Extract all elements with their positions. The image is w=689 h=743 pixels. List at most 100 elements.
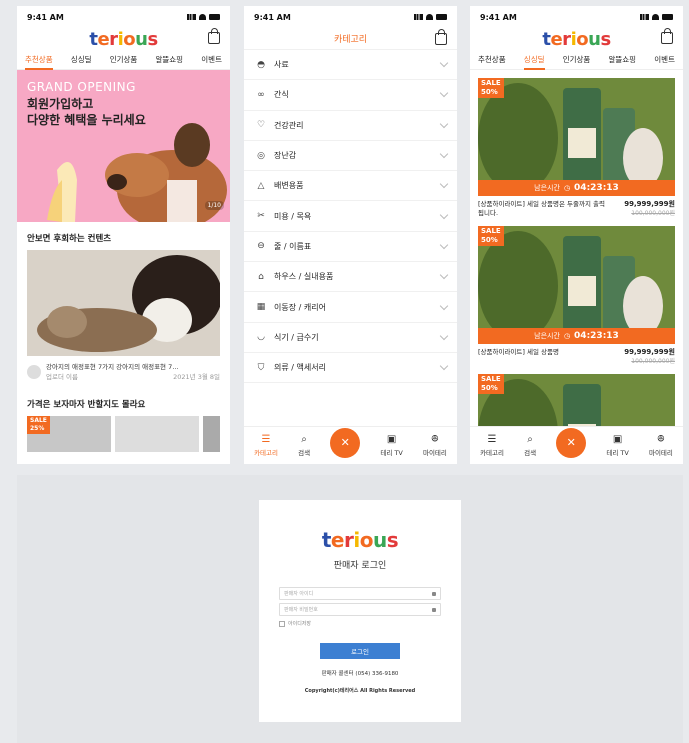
tab-deal[interactable]: 싱싱딜 — [523, 50, 545, 70]
original-price: 100,000,000원 — [631, 358, 675, 365]
content-caption[interactable]: 강아지의 애정표현 7가지 강아지의 애정표현 7… 업로더 이름 2021년 3… — [17, 356, 230, 388]
logo-letter: u — [372, 528, 387, 552]
tab-popular[interactable]: 인기상품 — [563, 50, 591, 69]
category-label: 이동장 / 캐리어 — [274, 302, 326, 312]
wifi-icon — [652, 14, 659, 20]
category-item[interactable]: ◓ 사료 — [244, 50, 457, 81]
signal-icon — [187, 14, 196, 20]
shopping-bag-icon[interactable] — [435, 29, 447, 45]
promo-banner[interactable]: GRAND OPENING 회원가입하고 다양한 혜택을 누리세요 1/10 — [17, 70, 230, 222]
product-card[interactable] — [115, 416, 200, 452]
deal-product[interactable]: SALE 50% 남은시간 ◷ 04:23:13 [상품하이라이트] 세일 상품명 9… — [470, 226, 683, 374]
logo-letter: s — [600, 28, 611, 50]
category-header: 카테고리 — [244, 28, 457, 50]
nav-item[interactable]: ▣ 테리 TV — [606, 434, 628, 457]
heart-icon: ♡ — [256, 120, 266, 131]
tab-event[interactable]: 이벤트 — [201, 50, 222, 69]
product-name: [상품하이라이트] 세일 상품명 — [478, 348, 559, 356]
chevron-down-icon — [439, 361, 449, 371]
tab-recommended[interactable]: 추천상품 — [25, 50, 53, 70]
content-image[interactable] — [27, 250, 220, 356]
login-title: 판매자 로그인 — [333, 561, 387, 571]
deal-product[interactable]: SALE 50% 남은시간 ◷ 04:23:13 [상품하이라이트] 세일 상품명은… — [470, 78, 683, 226]
battery-icon — [436, 14, 447, 20]
logo-letter: u — [135, 28, 148, 50]
nav-item[interactable]: ꔮ 마이테리 — [649, 434, 673, 457]
deal-screen: 9:41 AM terious 추천상품 싱싱딜 인기상품 알뜰쇼핑 이벤트 S… — [470, 6, 683, 464]
category-item[interactable]: ⊖ 줄 / 이름표 — [244, 232, 457, 263]
search-icon: ⌕ — [301, 434, 307, 445]
home-tabs: 추천상품 싱싱딜 인기상품 알뜰쇼핑 이벤트 — [17, 50, 230, 70]
sale-badge: SALE 50% — [478, 78, 504, 98]
shopping-bag-icon[interactable] — [661, 28, 673, 44]
section-title-contents: 안보면 후회하는 컨텐츠 — [27, 234, 112, 244]
timer-label: 남은시간 — [534, 332, 560, 340]
nav-item[interactable]: ▣ 테리 TV — [380, 434, 402, 457]
app-logo[interactable]: terious — [89, 28, 158, 50]
category-item[interactable]: ▦ 이동장 / 캐리어 — [244, 292, 457, 323]
banner-headline: 회원가입하고 다양한 혜택을 누리세요 — [27, 97, 146, 127]
nav-label: 테리 TV — [380, 449, 403, 457]
tab-recommended[interactable]: 추천상품 — [478, 50, 506, 69]
clock-icon: ◷ — [563, 184, 571, 192]
signal-icon — [414, 14, 423, 20]
logo-letter: o — [576, 28, 589, 50]
tab-bargain[interactable]: 알뜰쇼핑 — [608, 50, 636, 69]
battery-icon — [209, 14, 220, 20]
chevron-down-icon — [439, 270, 449, 280]
timer-value: 04:23:13 — [574, 331, 619, 341]
seller-password-input[interactable]: 판매자 비밀번호 — [279, 603, 441, 616]
original-price: 100,000,000원 — [631, 210, 675, 217]
chevron-down-icon — [439, 58, 449, 68]
food-bowl-icon: ◓ — [257, 59, 265, 70]
category-item[interactable]: ♡ 건강관리 — [244, 111, 457, 141]
shopping-bag-icon[interactable] — [208, 28, 220, 44]
center-cat-button[interactable]: ✕ — [556, 427, 587, 458]
nav-item[interactable]: ⌕ 검색 — [524, 434, 536, 457]
countdown-timer: 남은시간 ◷ 04:23:13 — [478, 328, 675, 344]
tab-popular[interactable]: 인기상품 — [110, 50, 138, 69]
avatar — [27, 365, 41, 379]
category-item[interactable]: ⌂ 하우스 / 실내용품 — [244, 262, 457, 293]
app-logo[interactable]: terious — [542, 28, 611, 50]
category-item[interactable]: ⛉ 의류 / 액세서리 — [244, 353, 457, 384]
seller-id-input[interactable]: 판매자 아이디 — [279, 587, 441, 600]
paw-icon: ꔮ — [657, 434, 665, 445]
nav-item[interactable]: ☰ 카테고리 — [254, 434, 278, 457]
center-cat-button[interactable]: ✕ — [330, 427, 361, 458]
house-icon: ⌂ — [258, 271, 264, 282]
countdown-timer: 남은시간 ◷ 04:23:13 — [478, 180, 675, 196]
wifi-icon — [426, 14, 433, 20]
dish-icon: ◡ — [257, 332, 265, 343]
menu-icon: ☰ — [487, 434, 497, 445]
logo-letter: r — [344, 528, 354, 552]
nav-item[interactable]: ꔮ 마이테리 — [423, 434, 447, 457]
nav-item[interactable]: ⌕ 검색 — [298, 434, 310, 457]
user-icon — [432, 591, 436, 596]
login-button[interactable]: 로그인 — [320, 643, 400, 659]
product-card[interactable]: SALE 25% — [27, 416, 112, 452]
page-title: 카테고리 — [333, 35, 368, 45]
category-item[interactable]: ◡ 식기 / 급수기 — [244, 323, 457, 353]
logo-letter: s — [386, 528, 399, 552]
logo-letter: r — [562, 28, 571, 50]
tv-icon: ▣ — [612, 434, 623, 445]
chevron-down-icon — [439, 180, 449, 189]
category-label: 식기 / 급수기 — [274, 332, 319, 342]
product-card[interactable] — [203, 416, 220, 452]
remember-id-checkbox[interactable]: 아이디저장 — [279, 620, 441, 627]
content-author: 업로더 이름 — [46, 373, 78, 381]
tab-bargain[interactable]: 알뜰쇼핑 — [155, 50, 183, 69]
category-item[interactable]: ✂ 미용 / 목욕 — [244, 201, 457, 232]
price-product-row: SALE 25% — [17, 416, 230, 452]
category-item[interactable]: ∞ 간식 — [244, 80, 457, 111]
category-item[interactable]: △ 배변용품 — [244, 171, 457, 202]
status-bar: 9:41 AM — [17, 6, 230, 28]
timer-value: 04:23:13 — [574, 183, 619, 193]
signal-icon — [640, 14, 649, 20]
nav-item[interactable]: ☰ 카테고리 — [480, 434, 504, 457]
tab-event[interactable]: 이벤트 — [654, 50, 675, 69]
tab-deal[interactable]: 싱싱딜 — [71, 50, 92, 69]
category-item[interactable]: ◎ 장난감 — [244, 141, 457, 172]
category-label: 사료 — [274, 60, 289, 70]
